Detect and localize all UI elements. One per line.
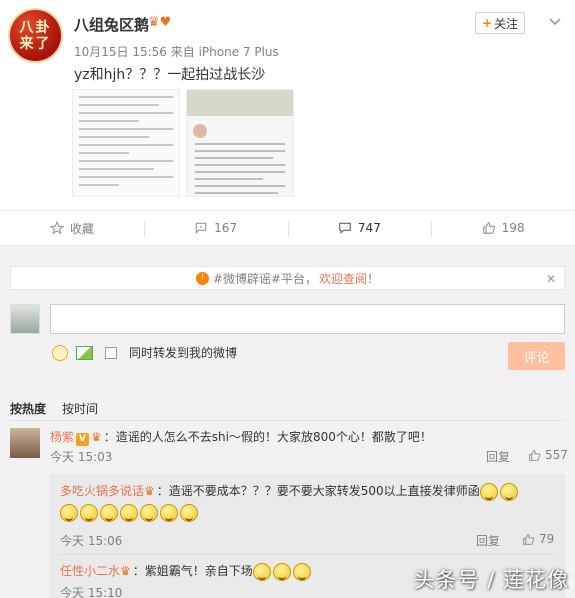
emoji-icon [252,562,271,581]
chevron-down-icon[interactable] [545,12,565,32]
tab-time[interactable]: 按时间 [62,400,98,417]
emoji-icon [160,504,178,522]
commenter-avatar[interactable] [10,428,40,458]
sub-comment-body: 任性小二水♛ ：紫姐霸气！亲自下场 [60,562,313,581]
comment-time: 今天 15:03 [50,450,113,464]
commenter-name[interactable]: 杨紫 [50,430,74,444]
tab-hot[interactable]: 按热度 [10,400,46,417]
emoji-icon [292,562,311,581]
comment-time: 今天 15:10 [60,586,123,598]
comment-text: ：造谣的人怎么不去shi～假的！大家放800个心！都散了吧！ [103,430,432,444]
commenter-name[interactable]: 任性小二水 [60,564,120,578]
favorite-label: 收藏 [69,221,94,236]
like-button[interactable]: 198 [431,211,575,245]
follow-button[interactable]: + 关注 [475,12,525,34]
watermark: 头条号 / 莲花像 [413,568,569,592]
emoji-icon [272,562,291,581]
emoji-icon [499,482,518,501]
repost-checkbox[interactable] [105,346,117,359]
notice-link[interactable]: 欢迎查阅 [319,270,367,287]
reply-button[interactable]: 回复 [486,448,510,465]
avatar-logo-text: 八卦来了 [19,19,52,52]
comment-icon [339,222,351,234]
comment-panel: ! #微博辟谣#平台， 欢迎查阅 ！ ✕ 同时转发到我的微博 评论 按热度 按时… [0,256,575,598]
thumbs-up-icon [482,222,495,234]
like-count: 198 [501,221,525,235]
comment-like-button[interactable]: 79 [522,532,554,546]
emoji-icon [100,504,118,522]
emoji-icon [120,504,138,522]
comment-time: 今天 15:06 [60,534,123,548]
thumbs-up-icon [529,449,541,461]
author-name[interactable]: 八组兔区鹅 [74,14,149,35]
comment-text: ：造谣不要成本？？？要不要大家转发500以上直接发律师函 [156,484,480,498]
emoji-icon [60,504,78,522]
comment-like-count: 557 [545,448,568,462]
comment-text: ：紫姐霸气！亲自下场 [132,564,253,578]
emoji-icon [180,504,198,522]
info-icon: ! [195,271,209,285]
submit-comment-button[interactable]: 评论 [508,342,565,370]
medal-icon: ♛ [120,564,131,578]
divider [10,420,565,421]
comment-body: 杨紫 V ♛ ：造谣的人怎么不去shi～假的！大家放800个心！都散了吧！ [50,428,432,446]
notice-suffix: ！ [367,271,380,286]
post-meta: 10月15日 15:56 来自 iPhone 7 Plus [74,45,279,59]
verified-icon: V [76,433,90,446]
commenter-name[interactable]: 多吃火锅多说话 [60,484,144,498]
comment-input[interactable] [50,304,565,334]
emoji-row [60,504,200,522]
composer-tools: 同时转发到我的微博 [52,344,237,361]
weibo-post-card: 八卦来了 八组兔区鹅 ♛♥ 10月15日 15:56 来自 iPhone 7 P… [0,0,575,210]
close-icon[interactable]: ✕ [546,272,556,286]
comment-like-count: 79 [539,532,555,546]
comment-like-button[interactable]: 557 [528,448,568,462]
plus-icon: + [481,16,493,30]
star-icon [49,221,64,235]
image-icon[interactable] [76,345,93,360]
repost-count: 167 [214,221,238,235]
medal-icon: ♛ [91,430,102,444]
emoji-icon [80,504,98,522]
notice-text: #微博辟谣#平台， [212,271,318,286]
favorite-button[interactable]: 收藏 [0,211,144,245]
medal-icon: ♛ [144,484,155,498]
sort-tabs: 按热度 按时间 [10,400,98,417]
author-avatar[interactable]: 八卦来了 [8,8,63,63]
post-image-1[interactable] [72,89,180,197]
emoji-icon [140,504,158,522]
post-image-2[interactable] [186,89,294,197]
post-text: yz和hjh？？？一起拍过战长沙 [74,67,266,83]
repost-icon [195,222,207,235]
emoji-icon [479,482,498,501]
comment-count: 747 [357,221,381,235]
repost-button[interactable]: 167 [143,211,288,245]
sub-comment-body: 多吃火锅多说话♛ ：造谣不要成本？？？要不要大家转发500以上直接发律师函 [60,482,520,501]
emoji-icon[interactable] [52,344,68,361]
action-bar: 收藏 167 747 198 [0,210,575,246]
vip-medal-icon: ♛♥ [148,15,172,30]
rumor-notice: ! #微博辟谣#平台， 欢迎查阅 ！ ✕ [10,266,565,290]
repost-checkbox-label: 同时转发到我的微博 [129,346,238,360]
follow-label: 关注 [494,16,519,31]
reply-button[interactable]: 回复 [476,532,500,549]
my-avatar [10,304,40,334]
sub-divider [60,554,555,555]
thumbs-up-icon [523,533,535,545]
comment-button[interactable]: 747 [287,211,432,245]
